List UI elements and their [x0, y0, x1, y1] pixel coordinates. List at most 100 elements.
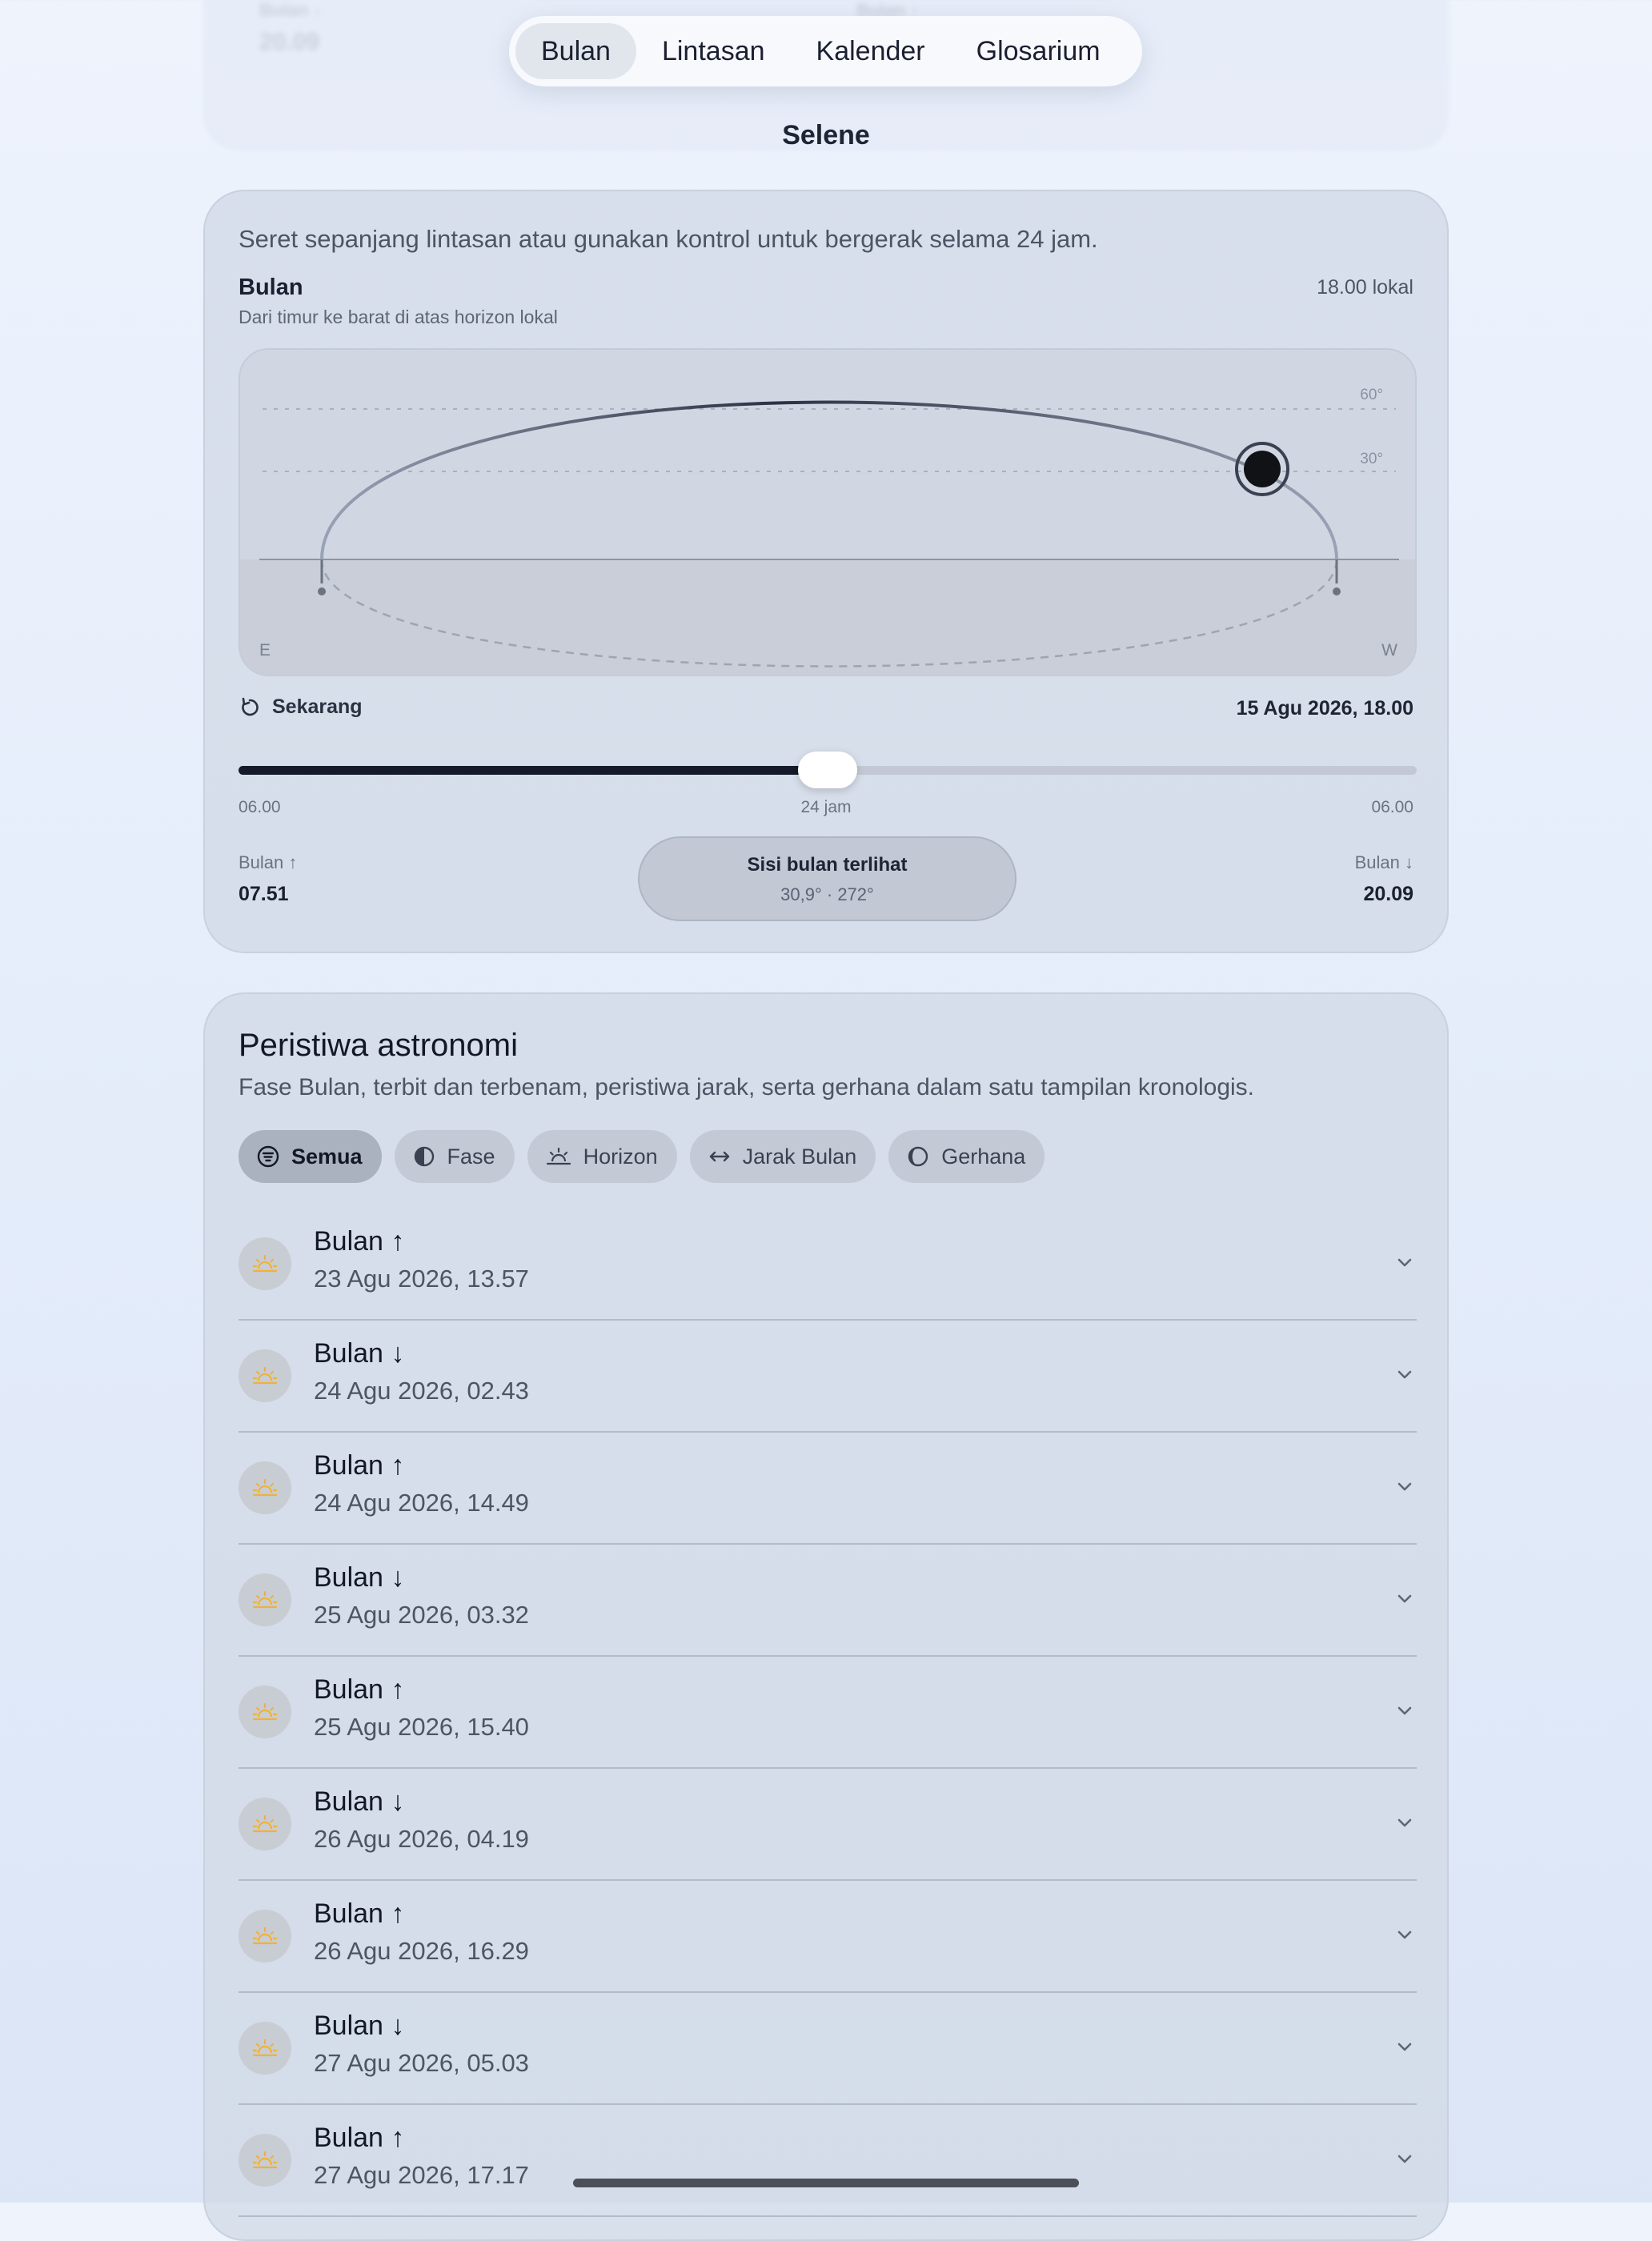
expand-button[interactable]: [1393, 1922, 1417, 1950]
tab-kalender[interactable]: Kalender: [791, 23, 951, 79]
astronomy-events-card: Peristiwa astronomi Fase Bulan, terbit d…: [203, 992, 1449, 2241]
moonset-info: Bulan ↓ 20.09: [1355, 852, 1413, 906]
tab-bulan[interactable]: Bulan: [515, 23, 636, 79]
event-name: Bulan ↓: [314, 2010, 405, 2041]
event-filters: Semua Fase Horizon Jarak Bulan Gerhana: [239, 1130, 1045, 1183]
chevron-down-icon: [1397, 2043, 1412, 2051]
top-nav: Bulan Lintasan Kalender Glosarium: [509, 16, 1142, 86]
filter-semua[interactable]: Semua: [239, 1130, 382, 1183]
sunrise-icon: [252, 1814, 278, 1833]
moon-path-above: [320, 400, 1338, 560]
event-name: Bulan ↑: [314, 1226, 405, 1257]
sunrise-icon: [252, 1254, 278, 1273]
slider-thumb[interactable]: [798, 752, 857, 788]
local-time: 18.00 lokal: [1317, 276, 1413, 299]
event-datetime: 24 Agu 2026, 02.43: [314, 1377, 529, 1405]
expand-button[interactable]: [1393, 1810, 1417, 1838]
drag-hint: Seret sepanjang lintasan atau gunakan ko…: [239, 225, 1098, 253]
event-datetime: 27 Agu 2026, 05.03: [314, 2049, 529, 2077]
event-row[interactable]: Bulan ↑ 26 Agu 2026, 16.29: [239, 1881, 1417, 1993]
slider-fill: [239, 766, 828, 775]
filter-horizon[interactable]: Horizon: [527, 1130, 677, 1183]
chevron-down-icon: [1397, 1594, 1412, 1603]
half-moon-icon: [414, 1146, 434, 1167]
filter-jarak-bulan[interactable]: Jarak Bulan: [689, 1130, 876, 1183]
sunrise-icon: [252, 2151, 278, 2169]
sunrise-icon: [252, 1702, 278, 1721]
tab-lintasan[interactable]: Lintasan: [636, 23, 791, 79]
sky-path-chart[interactable]: 60° 30° E W: [239, 348, 1417, 676]
arrows-horizontal-icon: [709, 1151, 729, 1162]
moon-path-card: Seret sepanjang lintasan atau gunakan ko…: [203, 190, 1449, 953]
filter-gerhana[interactable]: Gerhana: [888, 1130, 1045, 1183]
set-dot: [1333, 587, 1341, 595]
chevron-down-icon: [1397, 1818, 1412, 1827]
expand-button[interactable]: [1393, 1698, 1417, 1726]
event-row[interactable]: Bulan ↓ 26 Agu 2026, 04.19: [239, 1769, 1417, 1881]
expand-button[interactable]: [1393, 1362, 1417, 1390]
chevron-down-icon: [1397, 1482, 1412, 1491]
chevron-down-icon: [1397, 1930, 1412, 1939]
slider-end-label: 06.00: [1371, 798, 1413, 816]
west-label: W: [1381, 641, 1397, 659]
reset-now-button[interactable]: Sekarang: [239, 696, 363, 719]
rise-dot: [318, 587, 326, 595]
time-slider[interactable]: [239, 752, 1417, 788]
expand-button[interactable]: [1393, 2147, 1417, 2175]
event-datetime: 27 Agu 2026, 17.17: [314, 2161, 529, 2189]
event-icon: [239, 1237, 291, 1290]
expand-button[interactable]: [1393, 1250, 1417, 1278]
expand-button[interactable]: [1393, 1586, 1417, 1614]
sunrise-icon: [252, 2039, 278, 2057]
home-indicator: [573, 2179, 1079, 2187]
moon-marker[interactable]: [1244, 451, 1281, 487]
sunrise-icon: [252, 1478, 278, 1497]
event-icon: [239, 1461, 291, 1514]
sunrise-icon: [252, 1926, 278, 1945]
event-datetime: 24 Agu 2026, 14.49: [314, 1489, 529, 1517]
visible-side-button[interactable]: Sisi bulan terlihat 30,9° · 272°: [638, 836, 1016, 921]
event-icon: [239, 1574, 291, 1626]
moonrise-info: Bulan ↑ 07.51: [239, 852, 297, 906]
sunrise-icon: [546, 1147, 571, 1165]
event-icon: [239, 2134, 291, 2187]
moonrise-time: 07.51: [239, 883, 289, 905]
event-row[interactable]: Bulan ↑ 24 Agu 2026, 14.49: [239, 1433, 1417, 1545]
visible-side-title: Sisi bulan terlihat: [747, 854, 908, 876]
sky-subtitle: Dari timur ke barat di atas horizon loka…: [239, 307, 558, 327]
event-icon: [239, 1349, 291, 1402]
chevron-down-icon: [1397, 1706, 1412, 1715]
event-datetime: 23 Agu 2026, 13.57: [314, 1265, 529, 1293]
expand-button[interactable]: [1393, 2035, 1417, 2063]
event-datetime: 25 Agu 2026, 15.40: [314, 1713, 529, 1741]
event-datetime: 25 Agu 2026, 03.32: [314, 1601, 529, 1629]
event-row[interactable]: Bulan ↑ 23 Agu 2026, 13.57: [239, 1209, 1417, 1321]
event-row[interactable]: Bulan ↓ 25 Agu 2026, 03.32: [239, 1545, 1417, 1657]
list-filter-icon: [257, 1145, 279, 1168]
event-name: Bulan ↑: [314, 1898, 405, 1929]
events-title: Peristiwa astronomi: [239, 1028, 519, 1063]
event-row[interactable]: Bulan ↑ 27 Agu 2026, 17.17: [239, 2105, 1417, 2217]
expand-button[interactable]: [1393, 1474, 1417, 1502]
event-datetime: 26 Agu 2026, 04.19: [314, 1825, 529, 1853]
ghost-left-value: 20.09: [259, 29, 320, 55]
eclipse-icon: [908, 1146, 928, 1167]
filter-semua-label: Semua: [291, 1144, 363, 1169]
event-name: Bulan ↓: [314, 1338, 405, 1369]
selected-datetime: 15 Agu 2026, 18.00: [1236, 697, 1413, 720]
event-name: Bulan ↓: [314, 1786, 405, 1817]
tab-glosarium[interactable]: Glosarium: [951, 23, 1126, 79]
below-horizon-area: [240, 559, 1415, 675]
event-row[interactable]: Bulan ↓ 24 Agu 2026, 02.43: [239, 1321, 1417, 1433]
event-row[interactable]: Bulan ↑ 25 Agu 2026, 15.40: [239, 1657, 1417, 1769]
sunrise-icon: [252, 1590, 278, 1609]
altitude-label-30: 30°: [1360, 451, 1383, 467]
event-icon: [239, 1798, 291, 1850]
events-subtitle: Fase Bulan, terbit dan terbenam, peristi…: [239, 1074, 1255, 1100]
event-row[interactable]: Bulan ↓ 27 Agu 2026, 05.03: [239, 1993, 1417, 2105]
filter-gerhana-label: Gerhana: [941, 1144, 1026, 1169]
filter-jarak-bulan-label: Jarak Bulan: [742, 1144, 857, 1169]
sunrise-icon: [252, 1366, 278, 1385]
filter-fase[interactable]: Fase: [394, 1130, 515, 1183]
slider-mid-label: 24 jam: [800, 798, 852, 816]
